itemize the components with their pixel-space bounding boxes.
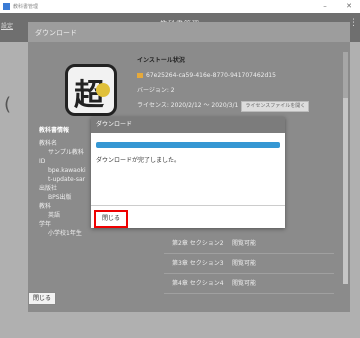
install-version: バージョン: 2 bbox=[137, 87, 175, 94]
book-info: 教科書情報 教科名 サンプル教科 ID bpe.kawaoki t-update… bbox=[39, 126, 86, 238]
logo-face-icon bbox=[96, 83, 110, 97]
book-id-value-2: t-update-sar bbox=[48, 176, 86, 183]
section-status: 閲覧可能 bbox=[232, 260, 257, 267]
subject-label: 教科 bbox=[39, 203, 52, 210]
panel-close-button[interactable]: 閉じる bbox=[28, 292, 56, 305]
publisher-value: BPS出版 bbox=[48, 194, 72, 201]
more-options-icon[interactable]: ⋮ bbox=[349, 18, 358, 28]
section-name: 第2章 セクション2 bbox=[172, 240, 224, 247]
section-name: 第3章 セクション3 bbox=[172, 260, 224, 267]
grade-label: 学年 bbox=[39, 221, 52, 228]
section-name: 第4章 セクション4 bbox=[172, 280, 224, 287]
book-id-label: ID bbox=[39, 158, 46, 165]
book-name-value: サンプル教科 bbox=[48, 149, 84, 156]
install-version-row: バージョン: 2 bbox=[137, 83, 309, 98]
download-complete-dialog: ダウンロード ダウンロードが完了しました。 閉じる bbox=[91, 117, 285, 228]
section-status: 閲覧可能 bbox=[232, 240, 257, 247]
download-panel-title: ダウンロード bbox=[35, 29, 77, 37]
folder-icon bbox=[137, 73, 143, 78]
install-guid: 67e25264-ca59-416e-8770-941707462d15 bbox=[146, 72, 276, 79]
download-progress-bar bbox=[96, 142, 280, 148]
dialog-title: ダウンロード bbox=[91, 117, 285, 133]
install-guid-row: 67e25264-ca59-416e-8770-941707462d15 bbox=[137, 68, 309, 83]
dialog-message: ダウンロードが完了しました。 bbox=[96, 157, 181, 164]
install-license-row: ライセンス: 2020/2/12 ～ 2020/3/1 ライセンスファイルを開く bbox=[137, 98, 310, 113]
install-status-heading: インストール状況 bbox=[137, 57, 185, 64]
close-window-button[interactable]: ✕ bbox=[344, 2, 354, 10]
table-row[interactable]: 第4章 セクション4 閲覧可能 bbox=[164, 274, 334, 294]
minimize-button[interactable]: – bbox=[320, 2, 330, 10]
publisher-label: 出版社 bbox=[39, 185, 58, 192]
dialog-divider bbox=[91, 205, 285, 206]
sections-table: 第2章 セクション2 閲覧可能 第3章 セクション3 閲覧可能 第4章 セクショ… bbox=[164, 234, 334, 294]
book-info-heading: 教科書情報 bbox=[39, 127, 70, 134]
table-row[interactable]: 第3章 セクション3 閲覧可能 bbox=[164, 254, 334, 274]
book-id-value-1: bpe.kawaoki bbox=[48, 167, 86, 174]
window-titlebar: 教科書管理 – ✕ bbox=[0, 0, 360, 14]
textbook-logo: 超 bbox=[65, 64, 117, 116]
table-row[interactable]: 第2章 セクション2 閲覧可能 bbox=[164, 234, 334, 254]
subject-value: 英語 bbox=[48, 212, 61, 219]
left-bracket-icon: ( bbox=[4, 94, 12, 115]
install-license: ライセンス: 2020/2/12 ～ 2020/3/1 bbox=[137, 102, 239, 109]
window-title: 教科書管理 bbox=[13, 4, 39, 10]
grade-value: 小学校1年生 bbox=[48, 230, 82, 237]
open-license-file-button[interactable]: ライセンスファイルを開く bbox=[241, 101, 310, 112]
install-status: インストール状況 67e25264-ca59-416e-8770-9417074… bbox=[137, 55, 310, 113]
dialog-close-button[interactable]: 閉じる bbox=[94, 210, 128, 228]
scrollbar-thumb[interactable] bbox=[343, 52, 348, 98]
section-status: 閲覧可能 bbox=[232, 280, 257, 287]
app-icon bbox=[3, 3, 10, 10]
book-name-label: 教科名 bbox=[39, 140, 58, 147]
